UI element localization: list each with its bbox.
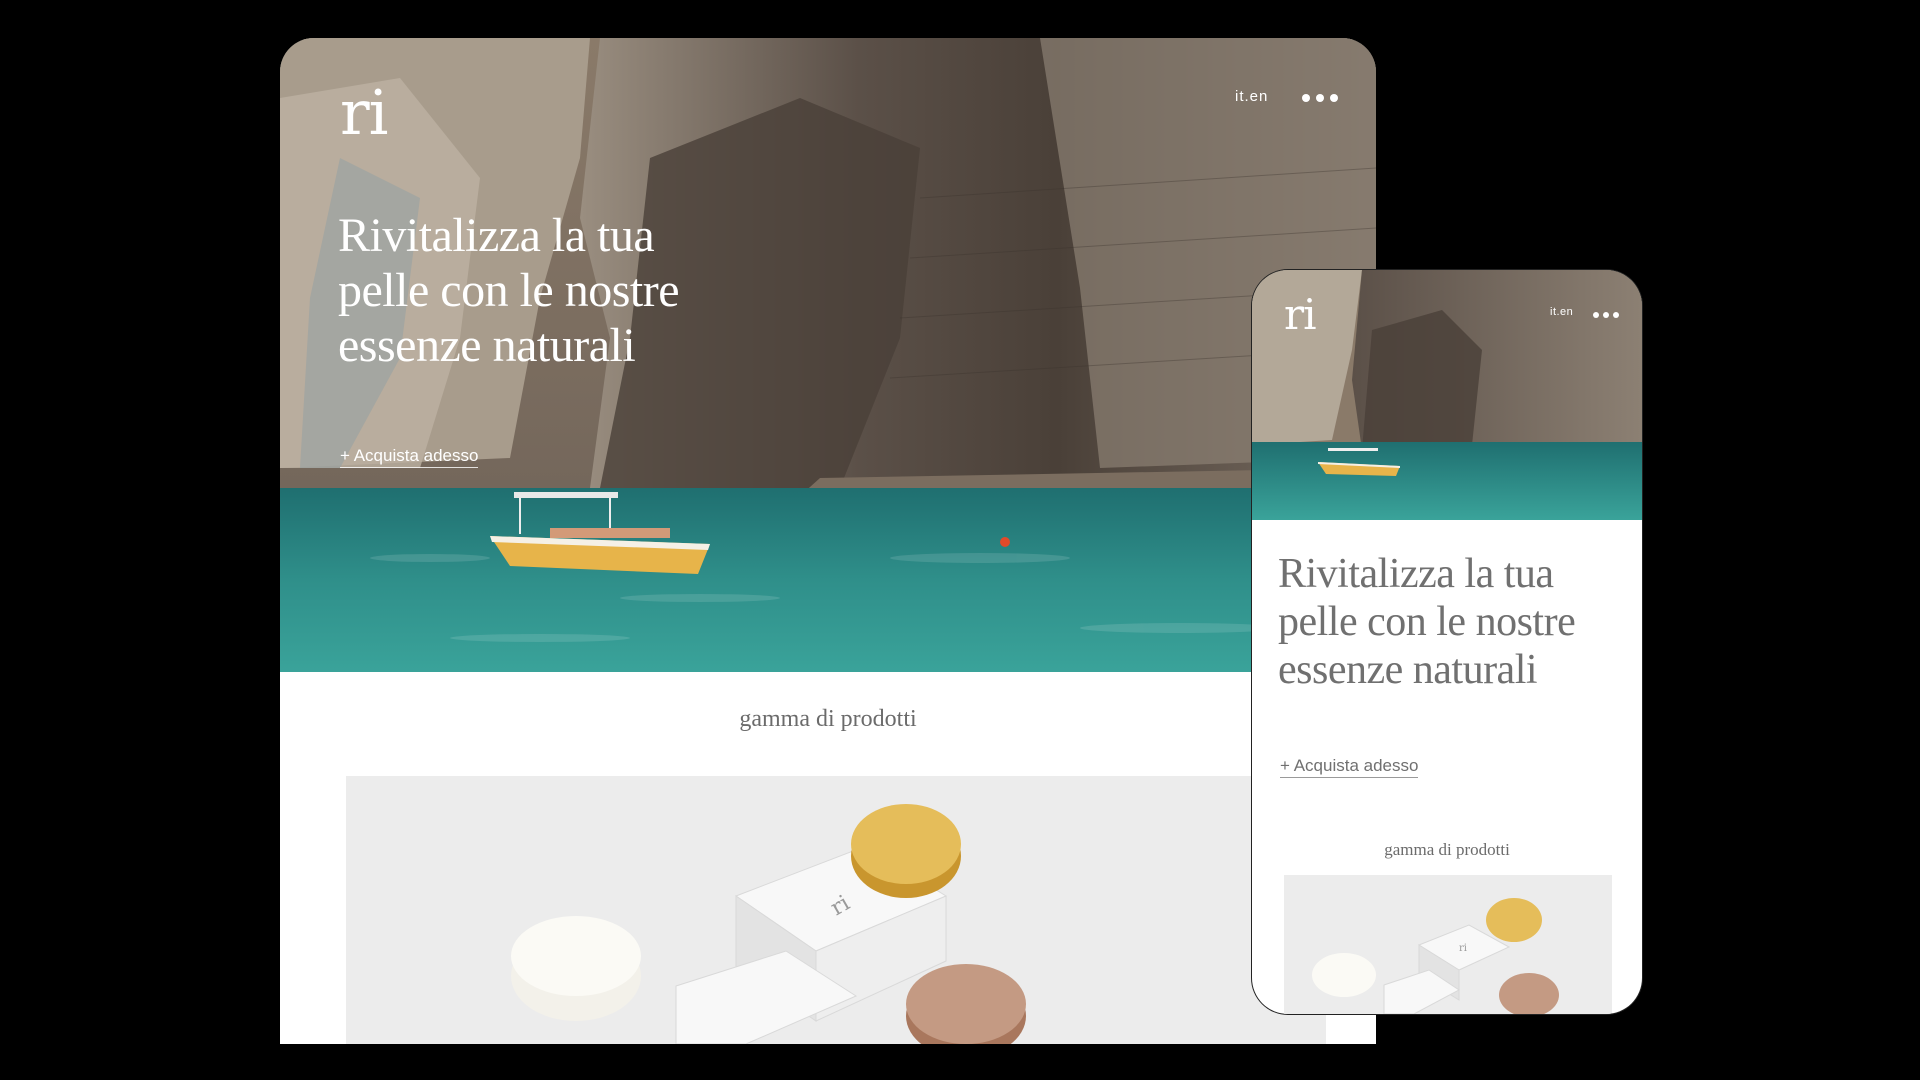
soap-products-photo: ri: [346, 776, 1326, 1044]
dot: [1316, 94, 1324, 102]
product-image: ri: [346, 776, 1326, 1044]
more-dots-icon[interactable]: [1593, 312, 1619, 318]
more-dots-icon[interactable]: [1302, 94, 1338, 102]
products-section-title: gamma di prodotti: [739, 706, 917, 732]
hero-headline: Rivitalizza la tua pelle con le nostre e…: [338, 209, 680, 372]
hero-image: ri it.en: [1252, 270, 1642, 520]
dot: [1593, 312, 1599, 318]
dot: [1302, 94, 1310, 102]
products-section-title: gamma di prodotti: [1384, 840, 1510, 859]
soap-products-photo: ri: [1284, 875, 1612, 1014]
dot: [1603, 312, 1609, 318]
shop-now-link[interactable]: + Acquista adesso: [1280, 756, 1419, 778]
brand-logo[interactable]: ri: [340, 82, 388, 144]
dot: [1330, 94, 1338, 102]
language-switch[interactable]: it.en: [1235, 88, 1268, 105]
language-switch[interactable]: it.en: [1550, 306, 1573, 318]
mobile-mockup: ri it.en Rivitalizza la tua pelle con le…: [1252, 270, 1642, 1014]
hero-image: ri it.en Rivitalizza la tua pelle con le…: [280, 38, 1376, 672]
hero-headline: Rivitalizza la tua pelle con le nostre e…: [1278, 551, 1576, 693]
shop-now-link[interactable]: + Acquista adesso: [340, 446, 479, 468]
showcase-stage: ri it.en Rivitalizza la tua pelle con le…: [0, 0, 1920, 1080]
product-image: ri: [1284, 875, 1612, 1014]
box-mark: ri: [1459, 943, 1467, 954]
dot: [1613, 312, 1619, 318]
desktop-mockup: ri it.en Rivitalizza la tua pelle con le…: [280, 38, 1376, 1044]
brand-logo[interactable]: ri: [1284, 294, 1317, 336]
